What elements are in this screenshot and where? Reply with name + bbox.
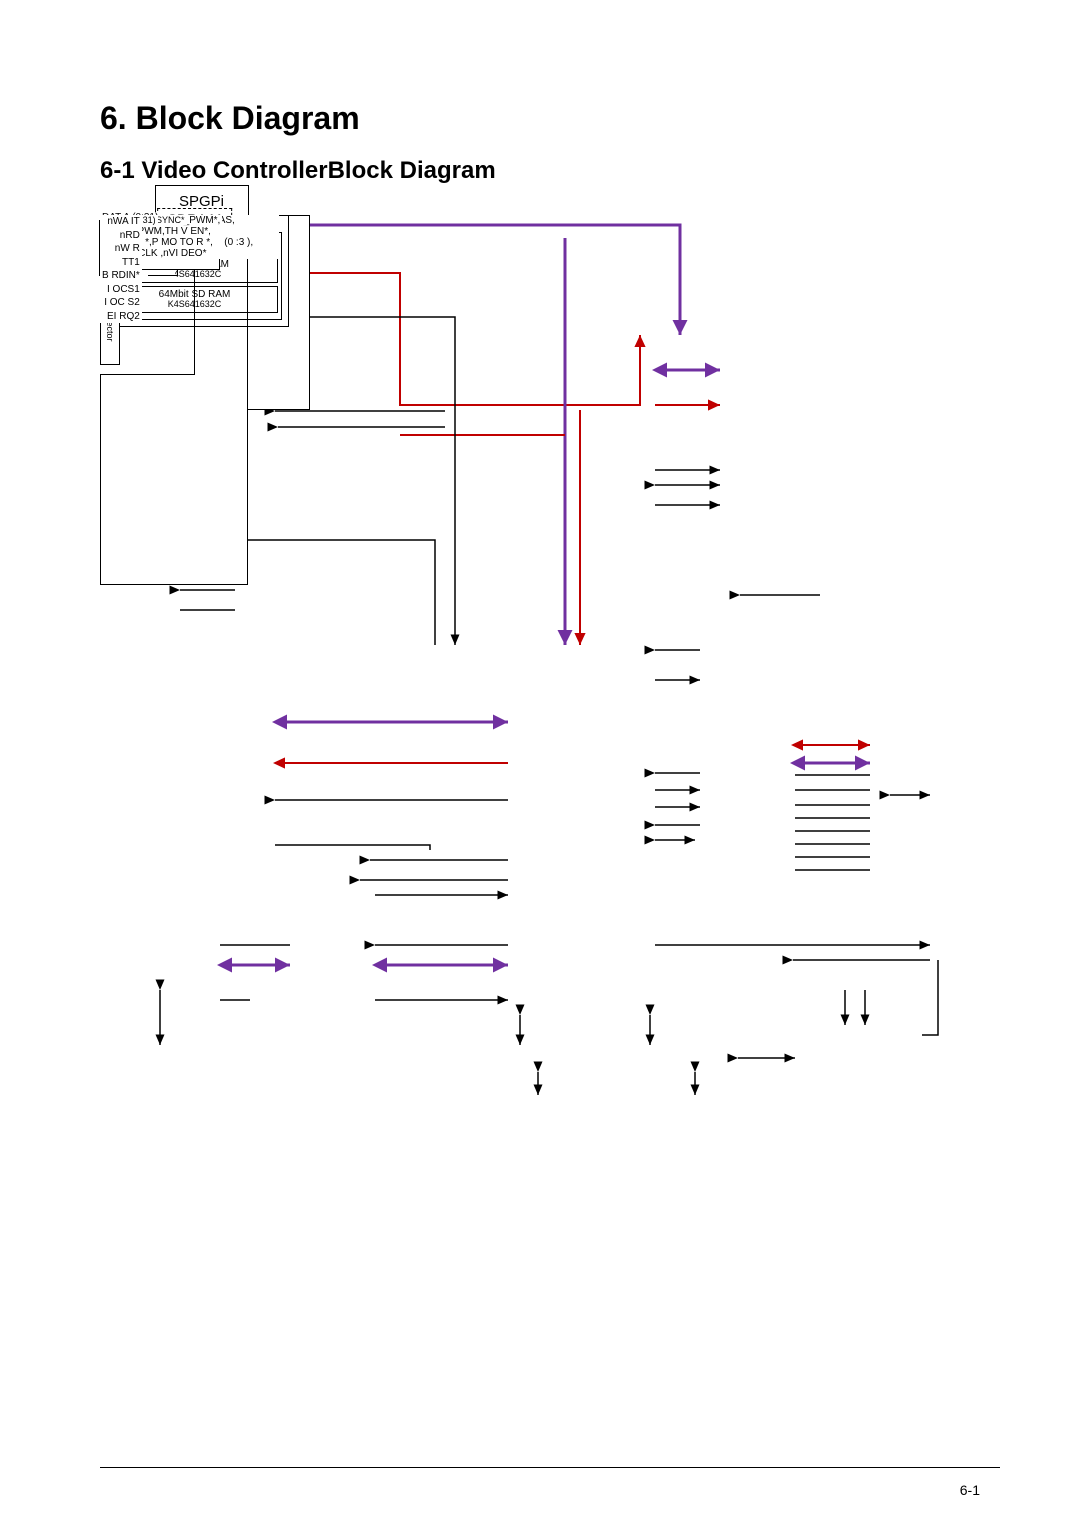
section-title: 6. Block Diagram <box>100 100 1000 137</box>
block-diagram: ROM 100PIN DIMM 29LV 16016M bit Flash M … <box>100 215 980 1215</box>
lbl-netright: nWA IT nRD nW R TT1 B RDIN* I OCS1 I OC … <box>100 215 142 323</box>
subsection-title: 6-1 Video ControllerBlock Diagram <box>100 157 1000 185</box>
footer-rule <box>100 1467 1000 1468</box>
page-number: 6-1 <box>960 1482 980 1498</box>
